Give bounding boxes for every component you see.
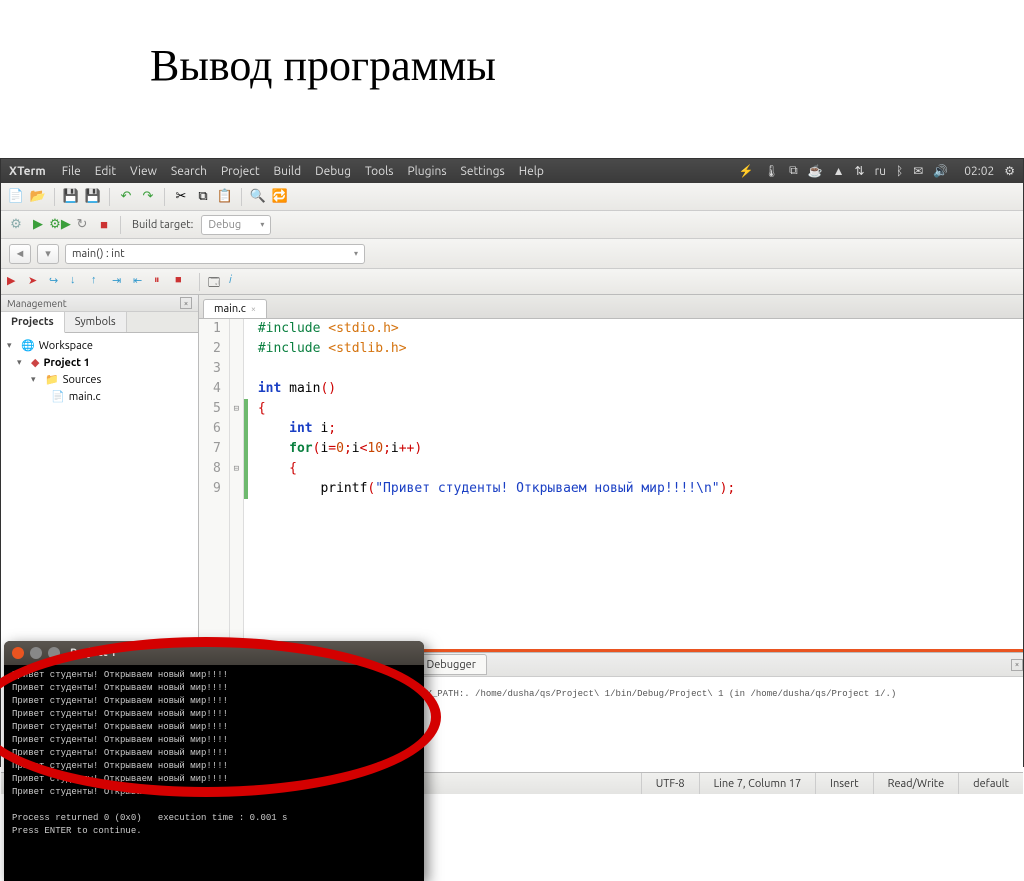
window-minimize-icon[interactable] [30,647,42,659]
system-topbar: XTerm File Edit View Search Project Build Debu… [1,159,1023,183]
menu-settings[interactable]: Settings [461,165,505,178]
debug-start-icon[interactable]: ▶ [7,274,23,290]
menu-project[interactable]: Project [221,165,260,178]
find-icon[interactable]: 🔍 [249,188,267,206]
tree-project[interactable]: ▾◆Project 1 [3,354,196,371]
close-tab-icon[interactable]: × [251,304,256,314]
clock[interactable]: 02:02 [964,165,994,178]
redo-icon[interactable]: ↷ [139,188,157,206]
slide-title: Вывод программы [0,0,1024,116]
paste-icon[interactable]: 📋 [216,188,234,206]
run-to-cursor-icon[interactable]: ➤ [28,274,44,290]
status-encoding[interactable]: UTF-8 [641,773,699,794]
nav-scope-dropdown[interactable]: ▾ [37,244,59,264]
bluetooth-icon[interactable]: ᛒ [896,165,903,178]
keyboard-layout[interactable]: ru [875,165,886,178]
status-readwrite: Read/Write [873,773,959,794]
fold-gutter[interactable]: ⊟⊟ [230,319,244,649]
menu-search[interactable]: Search [171,165,207,178]
scope-toolbar: ◄ ▾ main() : int▾ [1,239,1023,269]
menu-plugins[interactable]: Plugins [407,165,446,178]
next-instr-icon[interactable]: ⇥ [112,274,128,290]
window-close-icon[interactable] [12,647,24,659]
step-into-icon[interactable]: ↓ [70,274,86,290]
terminal-window[interactable]: Project 1 Привет студенты! Открываем нов… [4,641,424,881]
sidebar-tabs: Projects Symbols [1,312,198,333]
window-maximize-icon[interactable] [48,647,60,659]
status-mode[interactable]: Insert [815,773,872,794]
tree-file-main-c[interactable]: 📄main.c [3,388,196,405]
tree-workspace[interactable]: ▾🌐Workspace [3,337,196,354]
editor-tab-main-c[interactable]: main.c× [203,299,267,318]
open-file-icon[interactable]: 📂 [29,188,47,206]
code-lines[interactable]: #include <stdio.h>#include <stdlib.h> in… [248,319,735,649]
mail-icon[interactable]: ✉ [913,164,923,178]
build-toolbar: ⚙ ▶ ⚙▶ ↻ ■ Build target: Debug▾ [1,211,1023,239]
menu-tools[interactable]: Tools [365,165,394,178]
window-title: XTerm [9,165,46,178]
save-all-icon[interactable]: 💾 [84,188,102,206]
dropbox-icon[interactable]: ⧉ [789,164,798,178]
terminal-titlebar[interactable]: Project 1 [4,641,424,665]
build-target-label: Build target: [132,219,193,231]
temperature-icon[interactable]: 🌡 [764,164,779,178]
cut-icon[interactable]: ✂ [172,188,190,206]
terminal-title: Project 1 [70,647,116,659]
terminal-output[interactable]: Привет студенты! Открываем новый мир!!!!… [4,665,424,842]
menu-debug[interactable]: Debug [315,165,351,178]
menu-view[interactable]: View [130,165,157,178]
debug-windows-icon[interactable]: 🗔 [208,274,224,290]
ide-screenshot: XTerm File Edit View Search Project Build Debu… [0,158,1024,767]
line-gutter: 123456789 [199,319,230,649]
volume-icon[interactable]: 🔊 [933,164,948,178]
system-tray: ⚡ 🌡 ⧉ ☕ ▲ ⇅ ru ᛒ ✉ 🔊 02:02 ⚙ [739,164,1015,178]
step-out-icon[interactable]: ↑ [91,274,107,290]
new-file-icon[interactable]: 📄 [7,188,25,206]
menu-help[interactable]: Help [519,165,544,178]
info-icon[interactable]: i [229,274,245,290]
scope-combo[interactable]: main() : int▾ [65,244,365,264]
close-log-icon[interactable]: × [1011,659,1023,671]
sidebar-panel-header: Management × [1,295,198,312]
tab-symbols[interactable]: Symbols [65,312,127,332]
updates-icon[interactable]: ▲ [833,164,845,178]
step-instr-icon[interactable]: ⇤ [133,274,149,290]
session-icon[interactable]: ⚙ [1004,164,1015,178]
replace-icon[interactable]: 🔁 [271,188,289,206]
build-icon[interactable]: ⚙ [7,216,25,234]
build-target-combo[interactable]: Debug▾ [201,215,271,235]
save-icon[interactable]: 💾 [62,188,80,206]
break-icon[interactable]: ⏸ [154,274,170,290]
close-panel-icon[interactable]: × [180,297,192,309]
code-editor[interactable]: 123456789 ⊟⊟ #include <stdio.h>#include … [199,319,1023,649]
tab-projects[interactable]: Projects [1,312,65,333]
undo-icon[interactable]: ↶ [117,188,135,206]
coffee-icon[interactable]: ☕ [808,164,823,178]
next-line-icon[interactable]: ↪ [49,274,65,290]
network-icon[interactable]: ⇅ [855,164,865,178]
menu-file[interactable]: File [62,165,81,178]
main-toolbar: 📄 📂 💾 💾 ↶ ↷ ✂ ⧉ 📋 🔍 🔁 [1,183,1023,211]
power-icon[interactable]: ⚡ [739,164,754,178]
nav-back-button[interactable]: ◄ [9,244,31,264]
copy-icon[interactable]: ⧉ [194,188,212,206]
rebuild-icon[interactable]: ↻ [73,216,91,234]
tree-sources[interactable]: ▾📁Sources [3,371,196,388]
run-icon[interactable]: ▶ [29,216,47,234]
menu-build[interactable]: Build [274,165,302,178]
build-run-icon[interactable]: ⚙▶ [51,216,69,234]
stop-debug-icon[interactable]: ■ [175,274,191,290]
status-position: Line 7, Column 17 [699,773,816,794]
status-eol[interactable]: default [958,773,1023,794]
menu-edit[interactable]: Edit [95,165,116,178]
editor-tabs: main.c× [199,295,1023,319]
abort-icon[interactable]: ■ [95,216,113,234]
debug-toolbar: ▶ ➤ ↪ ↓ ↑ ⇥ ⇤ ⏸ ■ 🗔 i [1,269,1023,295]
